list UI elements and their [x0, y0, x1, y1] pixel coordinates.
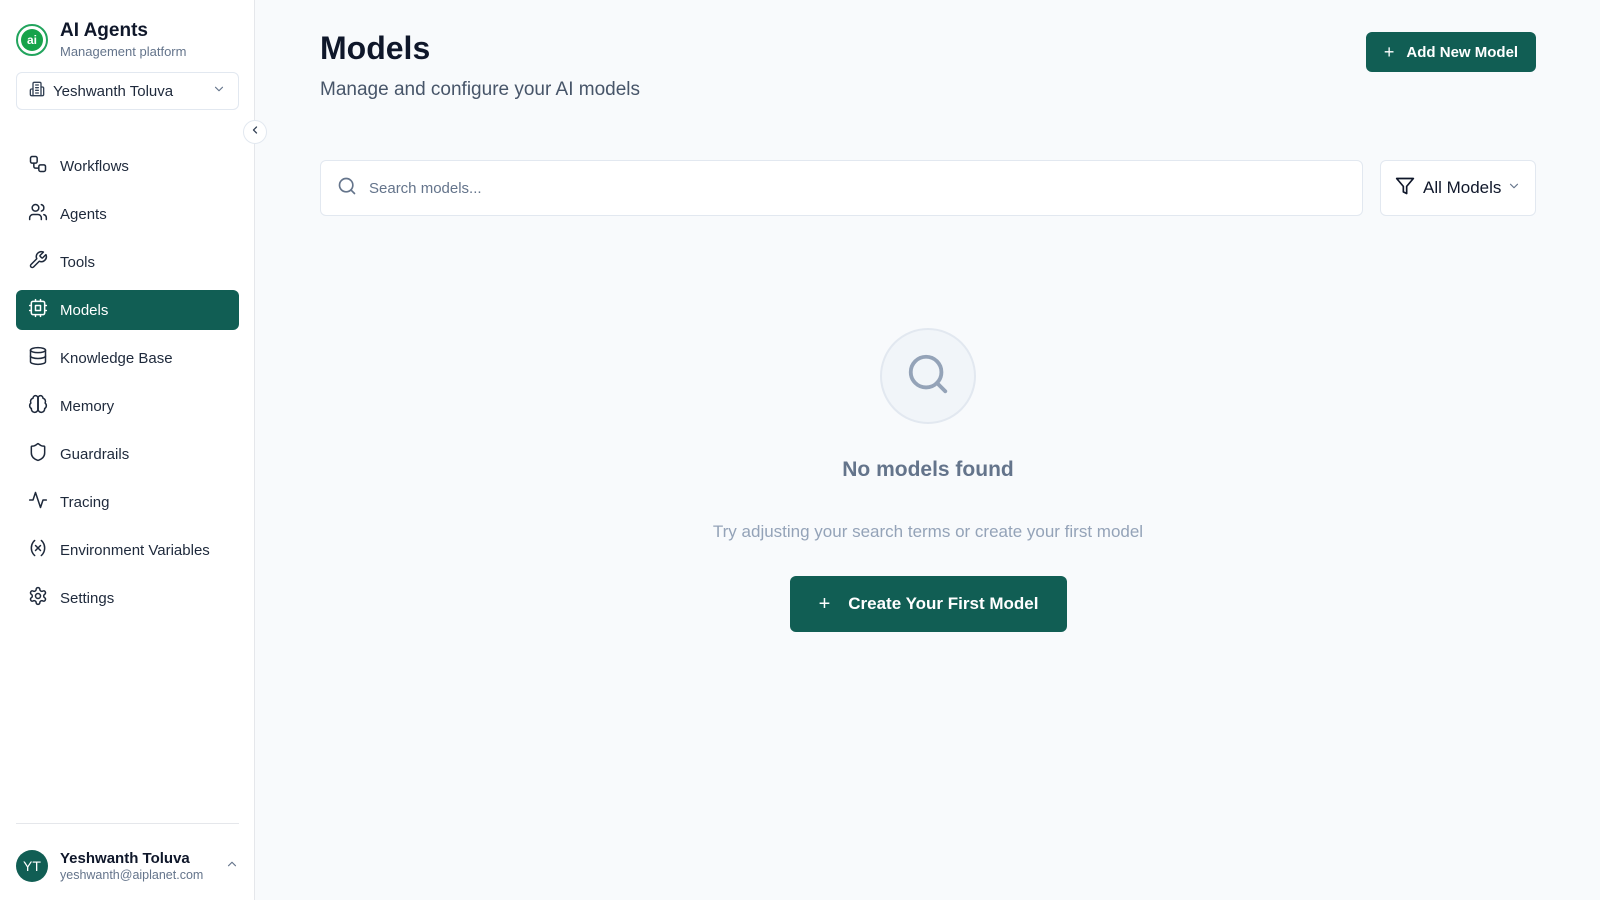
sidebar-item-label: Guardrails — [60, 445, 130, 463]
page-subtitle: Manage and configure your AI models — [320, 79, 641, 100]
brain-icon — [28, 394, 48, 418]
brand-logo: ai — [16, 23, 48, 56]
add-new-model-button[interactable]: + Add New Model — [1366, 32, 1536, 72]
filter-icon — [1395, 176, 1415, 201]
sidebar-item-settings[interactable]: Settings — [16, 578, 239, 618]
org-selector[interactable]: Yeshwanth Toluva — [16, 72, 239, 110]
sidebar-collapse-button[interactable] — [243, 120, 267, 144]
chevron-up-icon — [225, 857, 239, 876]
variable-icon — [28, 538, 48, 562]
search-box — [320, 160, 1363, 216]
user-name: Yeshwanth Toluva — [60, 850, 190, 867]
workflow-icon — [28, 154, 48, 178]
sidebar-item-agents[interactable]: Agents — [16, 194, 239, 234]
sidebar-item-knowledge-base[interactable]: Knowledge Base — [16, 338, 239, 378]
search-icon — [905, 351, 951, 402]
cpu-icon — [28, 298, 48, 322]
brand: ai AI Agents Management platform — [16, 20, 186, 59]
sidebar: ai AI Agents Management platform Yeshwan… — [0, 0, 255, 900]
sidebar-item-label: Knowledge Base — [60, 349, 173, 367]
create-first-model-button[interactable]: + Create Your First Model — [790, 576, 1067, 632]
sidebar-item-label: Tracing — [60, 493, 110, 511]
search-input[interactable] — [369, 179, 1346, 197]
sidebar-item-label: Tools — [60, 253, 96, 271]
empty-state-illustration — [880, 328, 976, 424]
wrench-icon — [28, 250, 48, 274]
sidebar-item-label: Environment Variables — [60, 541, 210, 559]
empty-state-title: No models found — [842, 458, 1014, 481]
sidebar-item-memory[interactable]: Memory — [16, 386, 239, 426]
sidebar-item-workflows[interactable]: Workflows — [16, 146, 239, 186]
sidebar-nav: Workflows Agents Tools Models Knowledge … — [16, 146, 239, 626]
add-new-model-label: Add New Model — [1406, 43, 1519, 61]
chevron-left-icon — [249, 123, 261, 141]
sidebar-item-tracing[interactable]: Tracing — [16, 482, 239, 522]
plus-icon: + — [818, 592, 831, 615]
sidebar-item-models[interactable]: Models — [16, 290, 239, 330]
plus-icon: + — [1383, 41, 1395, 62]
brand-title: AI Agents — [60, 20, 148, 41]
sidebar-item-label: Settings — [60, 589, 115, 607]
activity-icon — [28, 490, 48, 514]
chevron-down-icon — [1507, 179, 1521, 198]
building-icon — [29, 81, 45, 102]
user-menu[interactable]: YT Yeshwanth Toluva yeshwanth@aiplanet.c… — [16, 850, 239, 882]
filter-selected-label: All Models — [1423, 178, 1502, 197]
chevron-down-icon — [212, 82, 226, 101]
sidebar-item-environment-variables[interactable]: Environment Variables — [16, 530, 239, 570]
user-email: yeshwanth@aiplanet.com — [60, 868, 204, 882]
brand-logo-text: ai — [21, 28, 43, 51]
users-icon — [28, 202, 48, 226]
model-filter-select[interactable]: All Models — [1380, 160, 1536, 216]
avatar: YT — [16, 850, 48, 882]
sidebar-item-label: Models — [60, 301, 109, 319]
brand-subtitle: Management platform — [60, 44, 187, 59]
page-title: Models — [320, 30, 431, 66]
sidebar-item-label: Workflows — [60, 157, 129, 175]
sidebar-item-tools[interactable]: Tools — [16, 242, 239, 282]
org-selector-label: Yeshwanth Toluva — [53, 82, 174, 100]
sidebar-item-guardrails[interactable]: Guardrails — [16, 434, 239, 474]
database-icon — [28, 346, 48, 370]
sidebar-item-label: Memory — [60, 397, 115, 415]
sidebar-item-label: Agents — [60, 205, 107, 223]
gear-icon — [28, 586, 48, 610]
empty-state-subtitle: Try adjusting your search terms or creat… — [712, 522, 1144, 541]
search-icon — [337, 176, 357, 201]
sidebar-divider — [16, 823, 239, 824]
create-first-model-label: Create Your First Model — [848, 594, 1039, 613]
shield-icon — [28, 442, 48, 466]
